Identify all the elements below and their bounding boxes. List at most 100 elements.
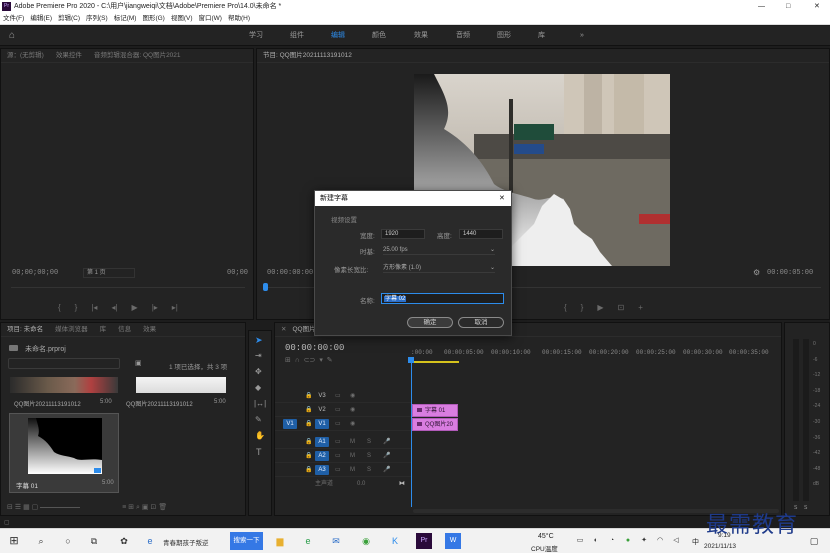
- baidu-search-button[interactable]: 搜索一下: [230, 532, 263, 550]
- track-label-v3[interactable]: V3: [315, 391, 329, 401]
- cortana-icon[interactable]: ○: [60, 533, 76, 549]
- menu-window[interactable]: 窗口(W): [199, 15, 222, 22]
- timeline-settings-icon[interactable]: ✎: [327, 357, 333, 364]
- home-icon[interactable]: ⌂: [9, 30, 15, 41]
- magnet-icon[interactable]: ∩: [295, 357, 300, 364]
- automate-icon[interactable]: ⊞: [128, 504, 134, 511]
- mic-icon[interactable]: 🎤: [383, 464, 390, 477]
- solo-icon[interactable]: S: [367, 450, 371, 463]
- minimize-button[interactable]: —: [758, 0, 765, 13]
- marker-icon[interactable]: ▾: [319, 357, 323, 364]
- tab-libraries[interactable]: 库: [94, 323, 113, 336]
- menu-edit[interactable]: 编辑(E): [30, 15, 52, 22]
- close-window-button[interactable]: ✕: [814, 0, 820, 13]
- work-area-bar[interactable]: [411, 361, 459, 363]
- zoom-slider[interactable]: [40, 506, 81, 508]
- program-mark-out-icon[interactable]: }: [581, 303, 584, 312]
- new-bin-icon[interactable]: ▣: [135, 359, 142, 367]
- pinwheel-icon[interactable]: ✿: [116, 533, 132, 549]
- solo-icon[interactable]: S: [367, 464, 371, 477]
- tab-info[interactable]: 信息: [112, 323, 137, 336]
- timeline-clip-image[interactable]: QQ图片20: [412, 418, 458, 431]
- notification-icon[interactable]: ▢: [806, 533, 822, 549]
- workspace-assembly[interactable]: 组件: [290, 26, 304, 46]
- razor-tool-icon[interactable]: ◆: [255, 383, 261, 392]
- word-app-icon[interactable]: W: [445, 533, 461, 549]
- playhead[interactable]: [411, 357, 412, 507]
- menu-sequence[interactable]: 序列(S): [86, 15, 108, 22]
- pixel-aspect-select[interactable]: 方形像素 (1.0) ⌄: [383, 263, 495, 273]
- lock-track-icon[interactable]: 🔒: [305, 450, 312, 463]
- step-forward-icon[interactable]: |▸: [152, 303, 158, 312]
- source-patch-v1[interactable]: V1: [283, 419, 297, 429]
- solo-right-button[interactable]: S: [804, 505, 807, 511]
- file-explorer-icon[interactable]: ▆: [272, 533, 288, 549]
- lock-track-icon[interactable]: 🔒: [305, 436, 312, 449]
- wrench-icon[interactable]: ⚙: [753, 268, 760, 277]
- tab-effect-controls[interactable]: 效果控件: [50, 49, 88, 62]
- insert-icon[interactable]: ⊞: [285, 357, 291, 364]
- track-label-a1[interactable]: A1: [315, 437, 329, 447]
- sync-icon[interactable]: ▭: [335, 418, 341, 431]
- project-item[interactable]: QQ图片20211113191012 5:00: [10, 377, 118, 412]
- mic-icon[interactable]: 🎤: [383, 436, 390, 449]
- browser-icon[interactable]: e: [142, 533, 158, 549]
- track-label-a3[interactable]: A3: [315, 465, 329, 475]
- workspace-libraries[interactable]: 库: [538, 26, 545, 46]
- list-view-icon[interactable]: ☰: [15, 504, 21, 511]
- playhead-handle-icon[interactable]: [408, 357, 414, 363]
- workspace-more[interactable]: »: [580, 26, 584, 46]
- lock-track-icon[interactable]: 🔒: [305, 390, 312, 403]
- project-search-input[interactable]: [8, 358, 120, 369]
- lock-track-icon[interactable]: 🔒: [305, 418, 312, 431]
- playhead-marker-icon[interactable]: [263, 283, 268, 291]
- tab-program[interactable]: 节目: QQ图片20211113191012: [257, 49, 358, 62]
- volume-icon[interactable]: ◁: [668, 533, 684, 549]
- workspace-effects[interactable]: 效果: [414, 26, 428, 46]
- source-page-dropdown[interactable]: 第 1 页: [83, 268, 135, 278]
- go-to-in-icon[interactable]: |◂: [91, 303, 97, 312]
- k-app-icon[interactable]: K: [387, 533, 403, 549]
- lock-icon[interactable]: ⊟: [7, 504, 13, 511]
- eye-icon[interactable]: ◉: [350, 390, 355, 403]
- track-label-a2[interactable]: A2: [315, 451, 329, 461]
- mark-out-icon[interactable]: }: [75, 303, 78, 312]
- program-play-icon[interactable]: ▶: [597, 303, 603, 312]
- cancel-button[interactable]: 取消: [458, 317, 504, 328]
- track-select-tool-icon[interactable]: ⇥: [255, 351, 262, 360]
- track-label-v1[interactable]: V1: [315, 419, 329, 429]
- name-input[interactable]: 字幕 02: [381, 293, 504, 304]
- go-to-out-icon[interactable]: ▸|: [172, 303, 178, 312]
- dialog-close-icon[interactable]: ✕: [499, 191, 505, 206]
- selection-tool-icon[interactable]: ➤: [255, 335, 263, 346]
- close-sequence-icon[interactable]: ✕: [275, 323, 286, 336]
- timeline-clip-subtitle[interactable]: 字幕 01: [412, 404, 458, 417]
- add-button-icon[interactable]: +: [638, 303, 643, 312]
- search-icon[interactable]: ⌕: [33, 533, 49, 549]
- export-frame-icon[interactable]: ⊡: [618, 303, 625, 312]
- tray-icon[interactable]: ◐: [588, 533, 604, 549]
- source-timecode[interactable]: 00;00;00;00: [12, 269, 58, 277]
- menu-help[interactable]: 帮助(H): [228, 15, 250, 22]
- timebase-select[interactable]: 25.00 fps ⌄: [383, 245, 495, 255]
- mark-in-icon[interactable]: {: [58, 303, 61, 312]
- project-item[interactable]: QQ图片20211113191012 5:00: [122, 377, 230, 412]
- eye-icon[interactable]: ◉: [350, 418, 355, 431]
- tray-icon[interactable]: ✦: [636, 533, 652, 549]
- menu-marker[interactable]: 标记(M): [114, 15, 137, 22]
- task-view-icon[interactable]: ⧉: [86, 533, 102, 549]
- width-input[interactable]: 1920: [381, 229, 425, 239]
- menu-view[interactable]: 视图(V): [171, 15, 193, 22]
- master-value[interactable]: 0.0: [357, 478, 365, 491]
- workspace-color[interactable]: 颜色: [372, 26, 386, 46]
- mail-icon[interactable]: ✉: [328, 533, 344, 549]
- workspace-editing[interactable]: 编辑: [331, 26, 345, 46]
- ok-button[interactable]: 确定: [407, 317, 453, 328]
- icon-view-icon[interactable]: ▦: [23, 504, 30, 511]
- new-item-icon[interactable]: ⊡: [151, 504, 157, 511]
- windows-start-icon[interactable]: ⊞: [6, 533, 22, 549]
- height-input[interactable]: 1440: [459, 229, 503, 239]
- sync-icon[interactable]: ▭: [335, 390, 341, 403]
- pen-tool-icon[interactable]: ✎: [255, 415, 262, 424]
- mute-icon[interactable]: M: [350, 464, 355, 477]
